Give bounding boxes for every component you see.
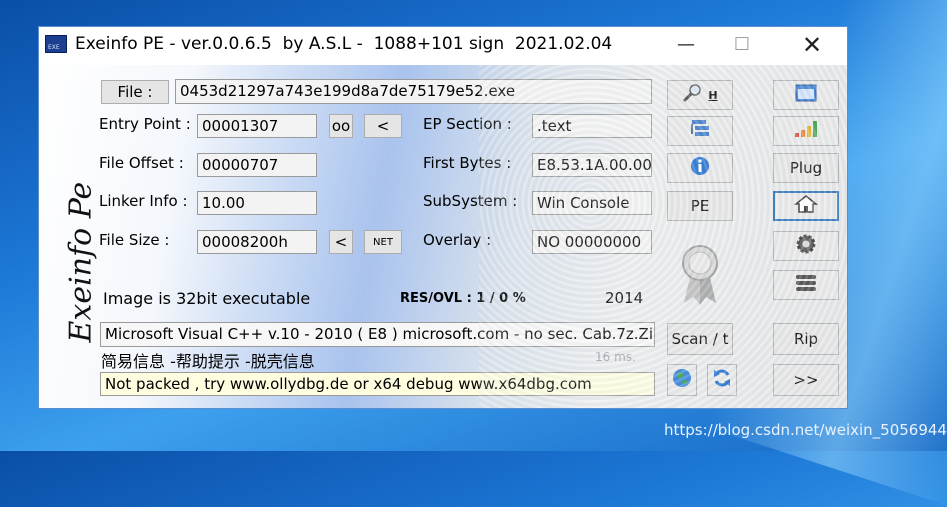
ep-section-field[interactable]: .text — [532, 114, 652, 138]
signal-bars-button[interactable] — [773, 116, 839, 146]
search-h-button[interactable]: H — [667, 80, 733, 110]
maximize-button[interactable]: ☐ — [719, 27, 765, 63]
sections-tree-icon — [689, 118, 711, 144]
watermark-text: https://blog.csdn.net/weixin_50569442 — [664, 421, 947, 439]
dotnet-button[interactable]: NET — [364, 230, 402, 254]
overlay-label: Overlay : — [423, 231, 492, 249]
info-button[interactable] — [667, 153, 733, 183]
window-title: Exeinfo PE - ver.0.0.6.5 by A.S.L - 1088… — [75, 34, 613, 54]
open-folder-button[interactable] — [773, 80, 839, 110]
ep-section-label: EP Section : — [423, 115, 512, 133]
entry-point-oo-button[interactable]: oo — [329, 114, 353, 138]
file-button-label: File : — [117, 83, 153, 101]
packer-hint-field[interactable]: Not packed , try www.ollydbg.de or x64 d… — [100, 372, 655, 396]
menu-stack-icon — [794, 273, 818, 297]
overlay-field[interactable]: NO 00000000 — [532, 230, 652, 254]
award-ribbon-icon — [680, 243, 720, 311]
title-bar[interactable]: EXE Exeinfo PE - ver.0.0.6.5 by A.S.L - … — [39, 27, 847, 65]
exeinfo-logo: Exeinfo Pe — [63, 181, 99, 343]
exeinfo-window: EXE Exeinfo PE - ver.0.0.6.5 by A.S.L - … — [38, 26, 848, 409]
next-button[interactable]: >> — [773, 364, 839, 396]
app-icon: EXE — [45, 35, 67, 53]
file-offset-field[interactable]: 00000707 — [197, 153, 317, 177]
refresh-button[interactable] — [707, 364, 737, 396]
first-bytes-field[interactable]: E8.53.1A.00.00 — [532, 153, 652, 177]
folder-window-icon — [794, 83, 818, 107]
entry-point-label: Entry Point : — [99, 115, 191, 133]
first-bytes-label: First Bytes : — [423, 154, 512, 172]
gear-icon — [795, 233, 817, 259]
sections-button[interactable] — [667, 116, 733, 146]
pe-button[interactable]: PE — [667, 191, 733, 221]
home-button[interactable] — [773, 191, 839, 221]
file-size-back-button[interactable]: < — [329, 230, 353, 254]
app-icon-text: EXE — [48, 44, 60, 51]
scan-button[interactable]: Scan / t — [667, 323, 733, 355]
globe-icon — [671, 367, 693, 393]
main-panel: Exeinfo Pe File : 0453d21297a743e199d8a7… — [39, 65, 847, 408]
menu-button[interactable] — [773, 270, 839, 300]
linker-info-label: Linker Info : — [99, 192, 188, 210]
rip-button[interactable]: Rip — [773, 323, 839, 355]
web-button[interactable] — [667, 364, 697, 396]
file-size-label: File Size : — [99, 231, 170, 249]
refresh-icon — [711, 367, 733, 393]
entry-point-field[interactable]: 00001307 — [197, 114, 317, 138]
detection-result-field[interactable]: Microsoft Visual C++ v.10 - 2010 ( E8 ) … — [100, 322, 655, 347]
file-offset-label: File Offset : — [99, 154, 184, 172]
linker-info-field[interactable]: 10.00 — [197, 191, 317, 215]
file-size-field[interactable]: 00008200h — [197, 230, 317, 254]
file-name-field[interactable]: 0453d21297a743e199d8a7de75179e52.exe — [175, 79, 652, 104]
entry-point-back-button[interactable]: < — [364, 114, 402, 138]
search-h-label: H — [708, 88, 718, 102]
year-text: 2014 — [605, 289, 644, 307]
close-button[interactable]: ✕ — [789, 27, 835, 63]
subsystem-label: SubSystem : — [423, 192, 518, 210]
plug-button[interactable]: Plug — [773, 153, 839, 183]
info-icon — [689, 155, 711, 181]
subsystem-field[interactable]: Win Console — [532, 191, 652, 215]
file-open-button[interactable]: File : — [101, 80, 169, 104]
signal-bars-icon — [793, 119, 819, 143]
settings-button[interactable] — [773, 231, 839, 261]
search-icon — [682, 83, 704, 107]
image-info-text: Image is 32bit executable — [103, 289, 311, 308]
res-ovl-text: RES/OVL : 1 / 0 % — [400, 291, 526, 306]
scan-time-text: 16 ms. — [595, 350, 636, 364]
chinese-hint-text: 简易信息 -帮助提示 -脱壳信息 — [101, 352, 315, 371]
minimize-button[interactable]: — — [663, 27, 709, 63]
home-icon — [793, 194, 819, 218]
